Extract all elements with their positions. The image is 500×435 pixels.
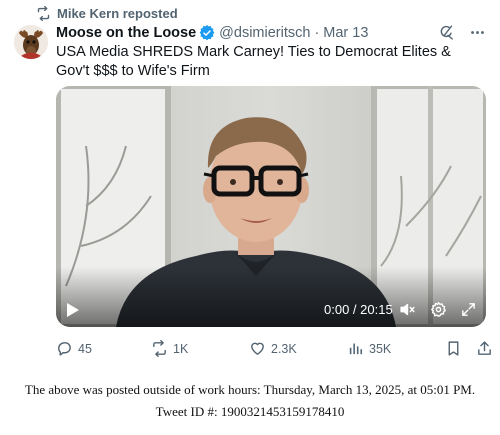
reply-count: 45 — [78, 341, 92, 356]
tweet-text: USA Media SHREDS Mark Carney! Ties to De… — [56, 44, 451, 79]
author-avatar[interactable] — [14, 25, 48, 59]
fullscreen-icon[interactable] — [460, 301, 477, 318]
tweet-date[interactable]: Mar 13 — [323, 25, 368, 41]
repost-count: 1K — [173, 341, 189, 356]
moose-avatar-image — [14, 25, 48, 59]
bookmark-button[interactable] — [445, 340, 462, 357]
views-icon — [349, 343, 363, 355]
tweet-header: Moose on the Loose @dsimieritsch · Mar 1… — [56, 24, 486, 41]
reply-icon — [58, 342, 71, 356]
tweet-card[interactable]: Mike Kern reposted Moose on the Loose @d… — [0, 0, 500, 368]
author-handle[interactable]: @dsimieritsch — [219, 25, 310, 41]
volume-icon[interactable] — [399, 301, 416, 318]
video-thumbnail — [56, 86, 486, 327]
share-icon — [478, 341, 491, 355]
settings-icon[interactable] — [430, 301, 447, 318]
repost-icon — [37, 6, 50, 21]
footer-tweet-id: Tweet ID #: 1900321453159178410 — [155, 404, 345, 419]
bookmark-icon — [448, 341, 459, 356]
reply-button[interactable]: 45 — [56, 340, 92, 357]
views-count: 35K — [369, 341, 392, 356]
like-count: 2.3K — [271, 341, 297, 356]
separator-dot: · — [314, 24, 320, 41]
more-icon[interactable] — [469, 24, 486, 41]
share-button[interactable] — [476, 340, 493, 357]
footer-posted-note: The above was posted outside of work hou… — [24, 382, 476, 397]
repost-label: Mike Kern reposted — [57, 6, 178, 21]
video-time: 0:00 / 20:15 — [324, 302, 393, 317]
repost-indicator: Mike Kern reposted — [36, 6, 178, 21]
views-button[interactable]: 35K — [347, 340, 391, 357]
tweet-actions: 45 1K 2.3K 35K — [56, 340, 496, 360]
repost-icon — [153, 340, 166, 357]
play-icon[interactable] — [66, 302, 80, 318]
verified-icon — [199, 24, 215, 40]
like-icon — [251, 342, 264, 355]
video-player[interactable]: 0:00 / 20:15 — [56, 86, 486, 327]
grok-icon[interactable] — [438, 24, 455, 41]
like-button[interactable]: 2.3K — [249, 340, 297, 357]
author-name[interactable]: Moose on the Loose — [56, 25, 196, 41]
repost-button[interactable]: 1K — [151, 340, 188, 357]
